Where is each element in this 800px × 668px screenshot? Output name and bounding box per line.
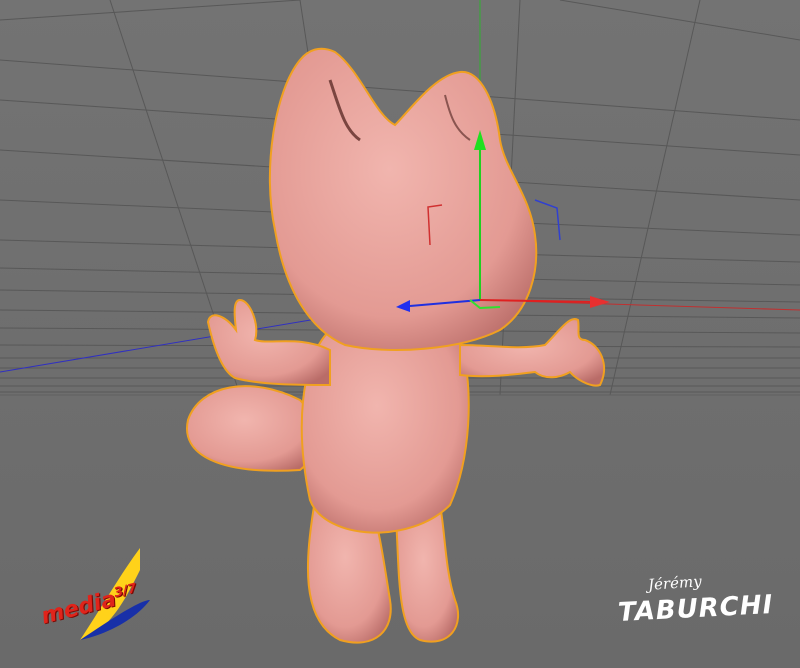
signature-first-name: Jérémy	[647, 572, 703, 594]
artist-signature: Jérémy TABURCHI	[612, 570, 774, 640]
signature-last-name: TABURCHI	[617, 589, 774, 629]
character-tail[interactable]	[186, 385, 316, 472]
3d-viewport[interactable]: media3/7 Jérémy TABURCHI	[0, 0, 800, 668]
viewport-canvas[interactable]	[0, 0, 800, 668]
